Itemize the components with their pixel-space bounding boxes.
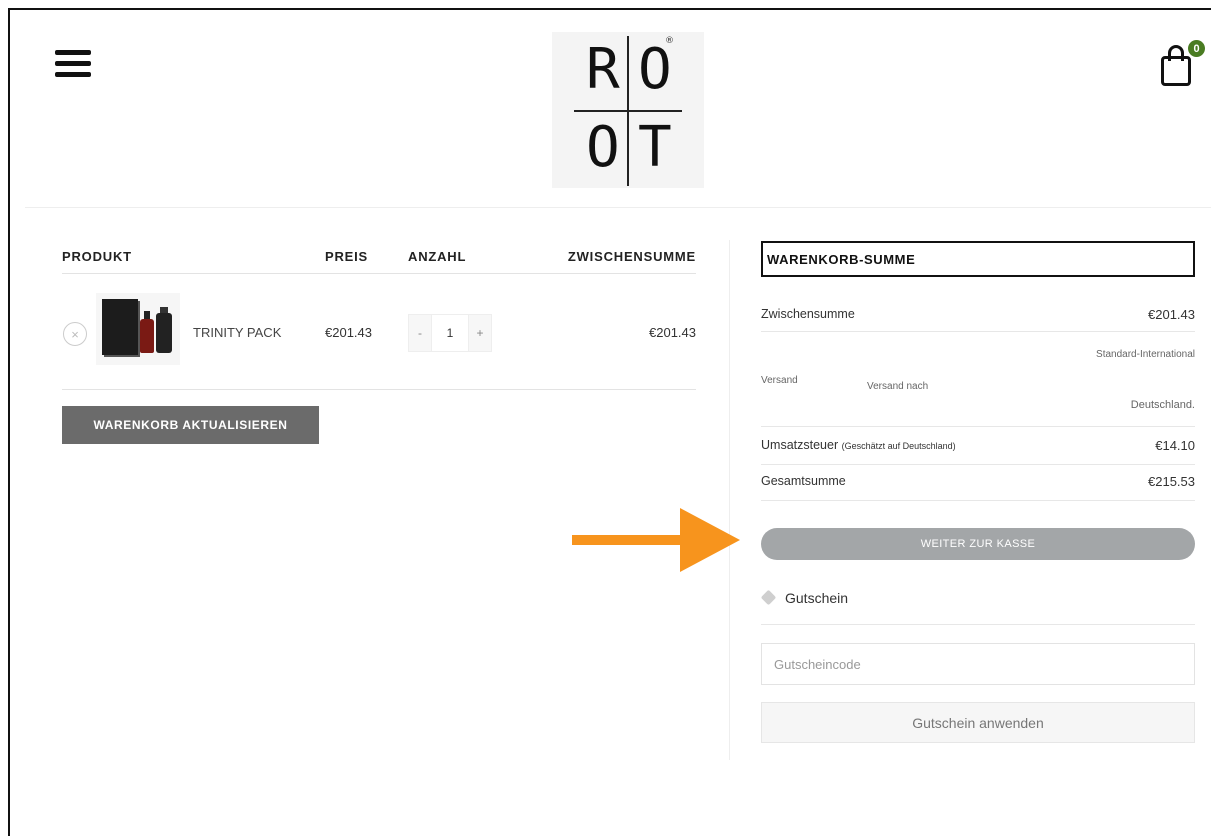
quantity-decrease-button[interactable]: - — [409, 315, 431, 351]
quantity-input[interactable]: 1 — [431, 315, 469, 351]
remove-item-icon[interactable]: × — [63, 322, 87, 346]
logo-letter: O — [586, 115, 620, 180]
subtotal-label: Zwischensumme — [761, 307, 855, 321]
logo-letter: T — [638, 115, 672, 180]
cart-totals-title: WARENKORB-SUMME — [761, 241, 1195, 277]
logo[interactable]: R O O T ® — [552, 32, 704, 188]
tax-value: €14.10 — [1155, 438, 1195, 453]
table-header-divider — [62, 273, 696, 274]
checkout-button[interactable]: WEITER ZUR KASSE — [761, 528, 1195, 560]
column-header-price: PREIS — [325, 249, 369, 264]
product-price: €201.43 — [325, 325, 372, 340]
cart-count-badge: 0 — [1188, 40, 1205, 57]
table-row-divider — [62, 389, 696, 390]
tax-label: Umsatzsteuer (Geschätzt auf Deutschland) — [761, 438, 956, 452]
coupon-heading: Gutschein — [761, 590, 848, 606]
column-header-subtotal: ZWISCHENSUMME — [567, 249, 696, 264]
column-header-quantity: ANZAHL — [408, 249, 467, 264]
registered-mark: ® — [665, 36, 674, 46]
column-divider — [729, 240, 730, 760]
coupon-code-input[interactable] — [761, 643, 1195, 685]
product-name-link[interactable]: TRINITY PACK — [193, 325, 281, 340]
shipping-label: Versand — [761, 375, 798, 386]
shipping-to-label: Versand nach — [867, 381, 929, 392]
total-label: Gesamtsumme — [761, 474, 846, 488]
menu-icon[interactable] — [55, 50, 91, 78]
header-divider — [25, 207, 1211, 208]
shipping-method: Standard-International — [1096, 349, 1195, 360]
tag-icon — [761, 592, 777, 604]
logo-letter: O — [638, 37, 672, 102]
product-thumbnail[interactable] — [96, 293, 180, 365]
column-header-product: PRODUKT — [62, 249, 132, 264]
tax-note: (Geschätzt auf Deutschland) — [841, 441, 956, 451]
update-cart-button[interactable]: WARENKORB AKTUALISIEREN — [62, 406, 319, 444]
arrow-right-icon — [572, 508, 742, 572]
logo-divider-horizontal — [574, 110, 682, 112]
product-subtotal: €201.43 — [649, 325, 696, 340]
total-value: €215.53 — [1148, 474, 1195, 489]
apply-coupon-button[interactable]: Gutschein anwenden — [761, 702, 1195, 743]
subtotal-value: €201.43 — [1148, 307, 1195, 322]
quantity-stepper[interactable]: - 1 + — [408, 314, 492, 352]
logo-letter: R — [586, 37, 620, 102]
shipping-to-value: Deutschland. — [1130, 399, 1195, 411]
cart-icon[interactable]: 0 — [1158, 40, 1206, 92]
quantity-increase-button[interactable]: + — [469, 315, 491, 351]
